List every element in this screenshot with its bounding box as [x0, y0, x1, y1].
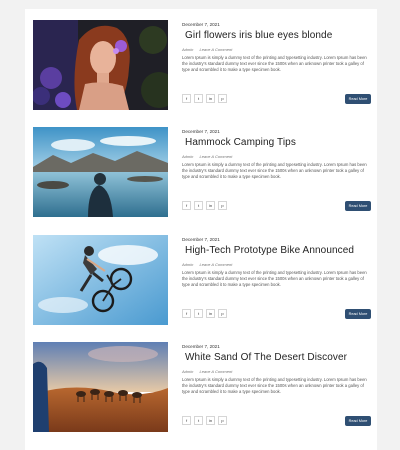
share-buttons: f t in p [182, 416, 227, 425]
post-excerpt: Lorem Ipsum is simply a dummy text of th… [182, 162, 371, 180]
post-thumbnail[interactable] [33, 20, 168, 110]
post-meta: Admin Leave A Comment [182, 262, 237, 267]
excerpt-line: type and scrambled it to make a type spe… [182, 389, 281, 394]
twitter-icon[interactable]: t [194, 201, 203, 210]
read-more-button[interactable]: Read More [345, 201, 371, 211]
post-title[interactable]: Girl flowers iris blue eyes blonde [185, 30, 371, 41]
post-excerpt: Lorem Ipsum is simply a dummy text of th… [182, 55, 371, 73]
read-more-button[interactable]: Read More [345, 309, 371, 319]
post-title[interactable]: Hammock Camping Tips [185, 137, 371, 148]
post-author[interactable]: Admin [182, 154, 193, 159]
excerpt-line: type and scrambled it to make a type spe… [182, 282, 281, 287]
post-thumbnail[interactable] [33, 342, 168, 432]
post-meta: Admin Leave A Comment [182, 154, 237, 159]
blog-post: December 7, 2021 High-Tech Prototype Bik… [33, 235, 371, 327]
pinterest-icon[interactable]: p [218, 416, 227, 425]
linkedin-icon[interactable]: in [206, 309, 215, 318]
hammock-camping-image [33, 127, 168, 217]
facebook-icon[interactable]: f [182, 94, 191, 103]
blog-post: December 7, 2021 Girl flowers iris blue … [33, 20, 371, 112]
twitter-icon[interactable]: t [194, 309, 203, 318]
post-info: December 7, 2021 White Sand Of The Deser… [182, 342, 371, 434]
post-thumbnail[interactable] [33, 235, 168, 325]
girl-flowers-image [33, 20, 168, 110]
post-date: December 7, 2021 [182, 22, 220, 27]
linkedin-icon[interactable]: in [206, 201, 215, 210]
linkedin-icon[interactable]: in [206, 416, 215, 425]
twitter-icon[interactable]: t [194, 416, 203, 425]
post-date: December 7, 2021 [182, 344, 220, 349]
desert-camels-image [33, 342, 168, 432]
share-buttons: f t in p [182, 309, 227, 318]
leave-comment-link[interactable]: Leave A Comment [199, 369, 232, 374]
leave-comment-link[interactable]: Leave A Comment [199, 154, 232, 159]
post-info: December 7, 2021 Hammock Camping Tips Ad… [182, 127, 371, 219]
post-meta: Admin Leave A Comment [182, 47, 237, 52]
excerpt-line: type and scrambled it to make a type spe… [182, 174, 281, 179]
post-author[interactable]: Admin [182, 262, 193, 267]
post-thumbnail[interactable] [33, 127, 168, 217]
facebook-icon[interactable]: f [182, 201, 191, 210]
linkedin-icon[interactable]: in [206, 94, 215, 103]
share-buttons: f t in p [182, 201, 227, 210]
bmx-bike-image [33, 235, 168, 325]
post-excerpt: Lorem Ipsum is simply a dummy text of th… [182, 270, 371, 288]
read-more-button[interactable]: Read More [345, 94, 371, 104]
excerpt-line: type and scrambled it to make a type spe… [182, 67, 281, 72]
post-author[interactable]: Admin [182, 47, 193, 52]
post-info: December 7, 2021 Girl flowers iris blue … [182, 20, 371, 112]
post-date: December 7, 2021 [182, 129, 220, 134]
leave-comment-link[interactable]: Leave A Comment [199, 47, 232, 52]
post-date: December 7, 2021 [182, 237, 220, 242]
pinterest-icon[interactable]: p [218, 94, 227, 103]
blog-post: December 7, 2021 White Sand Of The Deser… [33, 342, 371, 434]
twitter-icon[interactable]: t [194, 94, 203, 103]
post-excerpt: Lorem Ipsum is simply a dummy text of th… [182, 377, 371, 395]
blog-list-panel: December 7, 2021 Girl flowers iris blue … [25, 9, 377, 450]
post-title[interactable]: White Sand Of The Desert Discover [185, 352, 371, 363]
post-author[interactable]: Admin [182, 369, 193, 374]
pinterest-icon[interactable]: p [218, 201, 227, 210]
post-info: December 7, 2021 High-Tech Prototype Bik… [182, 235, 371, 327]
read-more-button[interactable]: Read More [345, 416, 371, 426]
share-buttons: f t in p [182, 94, 227, 103]
pinterest-icon[interactable]: p [218, 309, 227, 318]
facebook-icon[interactable]: f [182, 309, 191, 318]
facebook-icon[interactable]: f [182, 416, 191, 425]
blog-post: December 7, 2021 Hammock Camping Tips Ad… [33, 127, 371, 219]
post-meta: Admin Leave A Comment [182, 369, 237, 374]
leave-comment-link[interactable]: Leave A Comment [199, 262, 232, 267]
post-title[interactable]: High-Tech Prototype Bike Announced [185, 245, 371, 256]
